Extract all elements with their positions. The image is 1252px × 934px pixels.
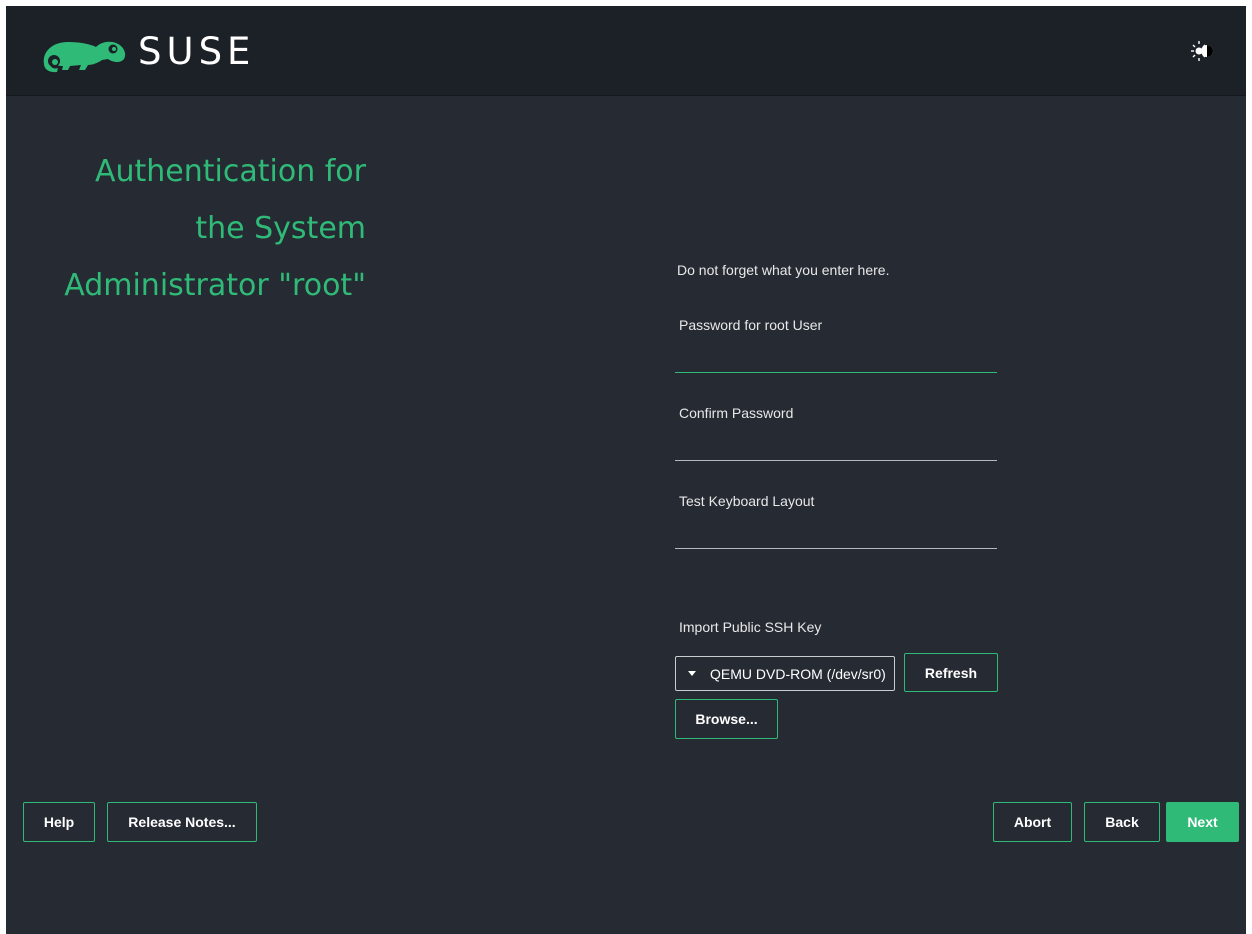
hint-text: Do not forget what you enter here. [677,262,890,278]
page-title-line: Administrator "root" [64,268,366,303]
theme-toggle-icon[interactable] [1190,38,1216,64]
next-button[interactable]: Next [1166,802,1239,842]
keyboard-test-field[interactable] [675,520,997,549]
ssh-device-value: QEMU DVD-ROM (/dev/sr0) [710,665,886,682]
suse-chameleon-logo-icon [43,41,126,73]
help-button[interactable]: Help [23,802,95,842]
page-title-line: the System [195,211,366,246]
release-notes-button[interactable]: Release Notes... [107,802,257,842]
page-title-line: Authentication for [94,154,366,189]
abort-button[interactable]: Abort [993,802,1072,842]
page-title: Authentication for the System Administra… [16,143,366,314]
installer-window: SUSE Authentication for the System Admin… [6,6,1246,934]
browse-button[interactable]: Browse... [675,699,778,739]
ssh-device-select[interactable]: QEMU DVD-ROM (/dev/sr0) [675,656,895,691]
ssh-key-label: Import Public SSH Key [679,619,822,635]
password-label: Password for root User [679,317,823,333]
brand-name: SUSE [138,30,256,73]
suse-logo: SUSE [38,28,288,78]
back-button[interactable]: Back [1084,802,1160,842]
root-password-field[interactable] [675,344,997,373]
confirm-password-label: Confirm Password [679,405,794,421]
header-bar: SUSE [6,6,1246,96]
confirm-password-field[interactable] [675,432,997,461]
keyboard-test-label: Test Keyboard Layout [679,493,815,509]
refresh-button[interactable]: Refresh [904,653,998,692]
dropdown-caret-icon [688,671,696,676]
